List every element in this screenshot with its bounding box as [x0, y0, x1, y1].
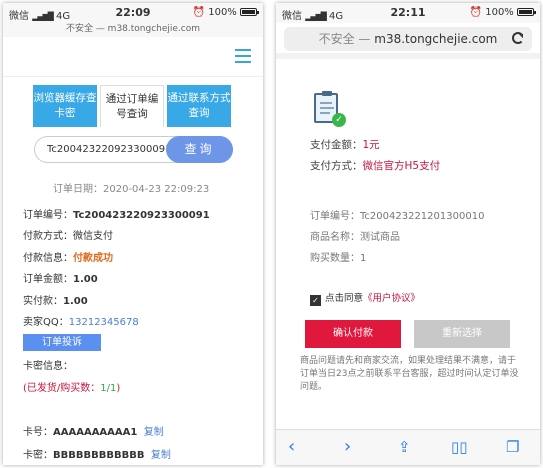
card-password-row: 卡密：BBBBBBBBBBBB 复制	[23, 450, 171, 461]
agreement-row: ✓ 点击同意《用户协议》	[310, 290, 420, 306]
tab-order-number[interactable]: 通过订单编号查询	[100, 85, 164, 127]
notice-text: 商品问题请先和商家交流，如果处理结果不满意，请于订单当日23点之前联系平台客服，…	[300, 356, 519, 392]
url-bar[interactable]: 不安全 — m38.tongchejie.com	[3, 23, 263, 37]
battery-icon	[240, 8, 259, 16]
battery-percent: 100%	[208, 7, 237, 18]
field-paid: 实付款：1.00	[23, 296, 88, 307]
card-info-label: 卡密信息：	[23, 361, 73, 372]
alarm-icon: ⏰	[469, 7, 483, 18]
tab-contact[interactable]: 通过联系方式查询	[167, 85, 231, 127]
search-button[interactable]: 查询	[166, 136, 233, 163]
field-pay-info: 付款信息：付款成功	[23, 253, 113, 264]
left-phone-screen: 微信 ▂▄▆█ 4G 22:09 ⏰ 100% 不安全 — m38.tongch…	[3, 3, 263, 465]
card-password: BBBBBBBBBBBB	[53, 450, 145, 461]
agree-checkbox[interactable]: ✓	[310, 295, 321, 306]
status-bar: 微信 ▂▄▆█ 4G 22:11 ⏰ 100%	[276, 3, 540, 23]
battery-percent: 100%	[485, 7, 514, 18]
bookmarks-icon[interactable]: ▯▯	[451, 438, 468, 456]
order-number: 订单编号：Tc200423221201300010	[310, 211, 485, 222]
copy-card-number-button[interactable]: 复制	[144, 427, 164, 438]
tabs-icon[interactable]: ❐	[506, 438, 519, 456]
menu-icon[interactable]	[235, 49, 251, 67]
product-name: 商品名称：测试商品	[310, 232, 400, 243]
shipped-status: (已发货/购买数：1/1)	[23, 383, 121, 394]
status-bar: 微信 ▂▄▆█ 4G 22:09 ⏰ 100%	[3, 3, 263, 23]
tab-browser-cache[interactable]: 浏览器缓存查卡密	[33, 85, 97, 127]
field-pay-method: 付款方式：微信支付	[23, 231, 113, 242]
field-order-no: 订单编号：Tc200423220923300091	[23, 210, 210, 221]
query-tabs: 浏览器缓存查卡密 通过订单编号查询 通过联系方式查询	[33, 85, 231, 127]
copy-card-password-button[interactable]: 复制	[151, 450, 171, 461]
battery-icon	[517, 8, 536, 16]
url-bar[interactable]: 不安全 — m38.tongchejie.com	[284, 27, 532, 51]
card-number: AAAAAAAAAA1	[53, 427, 138, 438]
field-order-amount: 订单金额：1.00	[23, 274, 98, 285]
check-icon: ✓	[332, 113, 346, 127]
field-seller-qq: 卖家QQ：13212345678	[23, 317, 139, 328]
share-icon[interactable]: ⇪	[398, 438, 411, 456]
card-number-row: 卡号：AAAAAAAAAA1 复制	[23, 427, 164, 438]
browser-toolbar: ‹ › ⇪ ▯▯ ❐	[276, 429, 540, 465]
back-icon[interactable]: ‹	[288, 436, 295, 457]
reload-icon[interactable]	[512, 32, 524, 44]
alarm-icon: ⏰	[192, 7, 206, 18]
pay-amount: 支付金额：1元	[310, 139, 380, 151]
complain-button[interactable]: 订单投诉	[23, 334, 101, 351]
site-header	[3, 37, 263, 77]
confirm-payment-button[interactable]: 确认付款	[305, 320, 401, 348]
order-search-input[interactable]: Tc200423220923300091 查询	[34, 136, 233, 163]
quantity: 购买数量：1	[310, 253, 367, 264]
pay-method: 支付方式：微信官方H5支付	[310, 160, 441, 172]
search-value: Tc200423220923300091	[47, 144, 172, 155]
order-date: 订单日期：2020-04-23 22:09:23	[53, 184, 210, 195]
forward-icon[interactable]: ›	[344, 436, 351, 457]
divider	[276, 53, 540, 59]
right-phone-screen: 微信 ▂▄▆█ 4G 22:11 ⏰ 100% 不安全 — m38.tongch…	[276, 3, 540, 465]
reselect-button[interactable]: 重新选择	[414, 320, 510, 348]
user-agreement-link[interactable]: 《用户协议》	[363, 293, 420, 304]
